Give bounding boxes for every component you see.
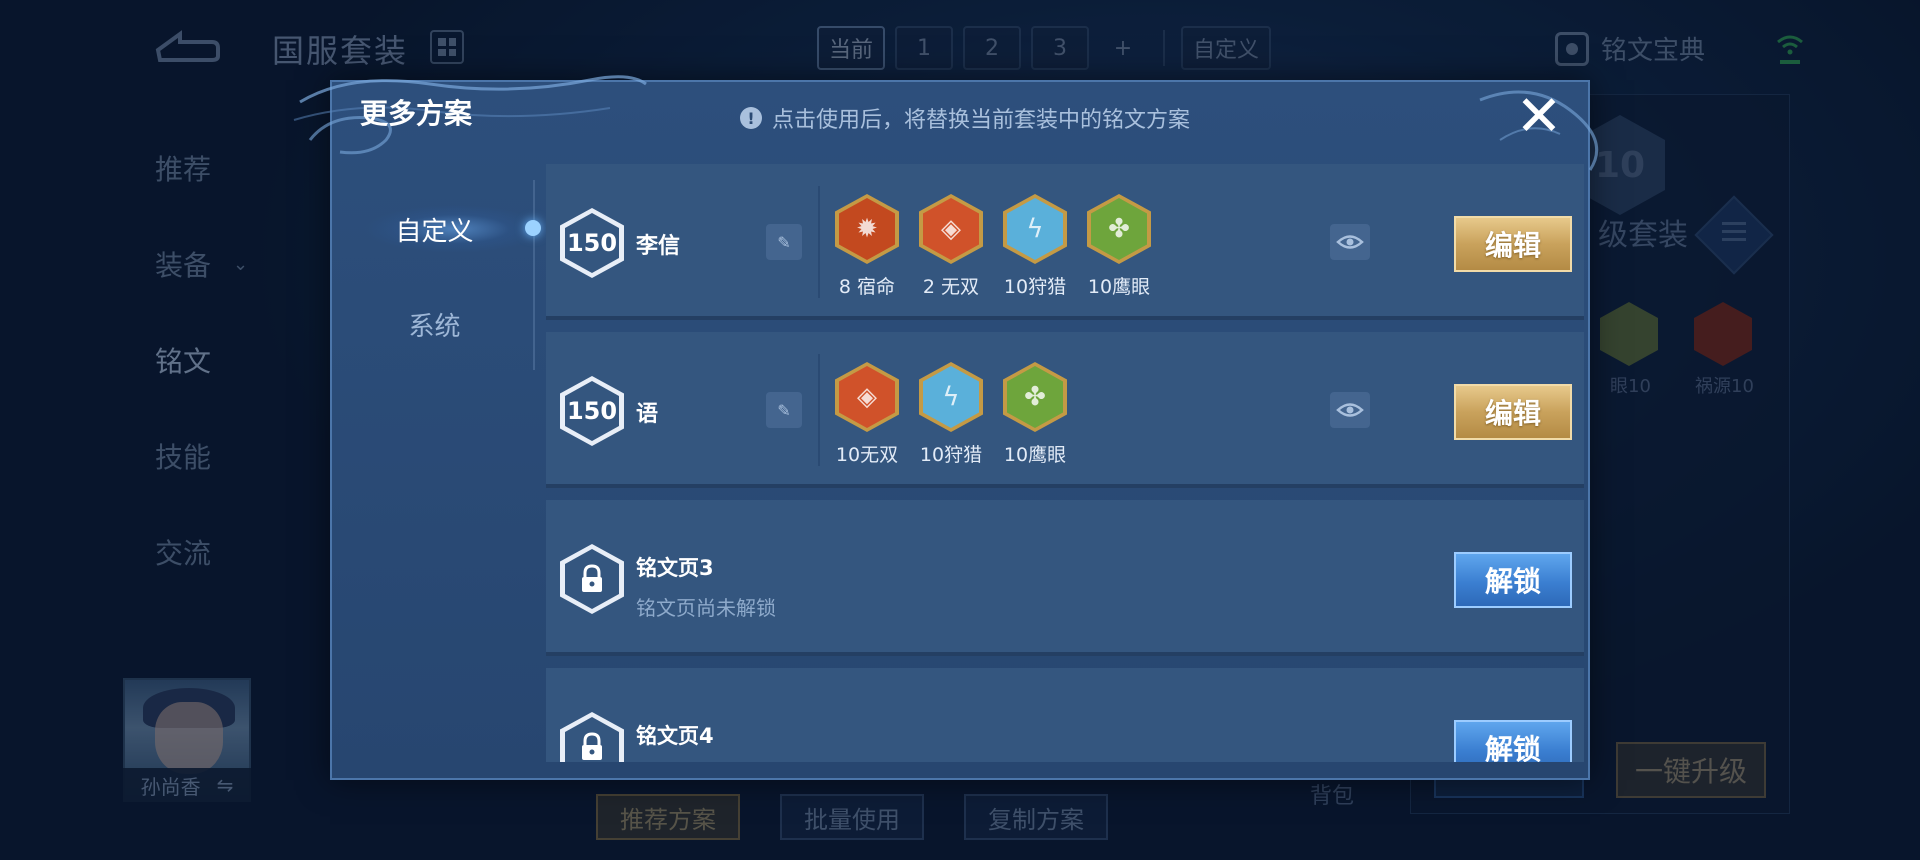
inscription-page-list[interactable]: 150 李信 ✎ ✹ 8 宿命 ◈ 2 无双 ϟ 10狩猎 ✤ 10鹰眼 编辑 …	[546, 164, 1584, 762]
rune-label: 10鹰眼	[1087, 276, 1151, 298]
active-tab-indicator	[525, 220, 541, 236]
rune-item: ◈ 10无双	[834, 362, 900, 467]
lock-icon	[560, 712, 624, 762]
edit-button[interactable]: 编辑	[1454, 384, 1572, 440]
lock-icon	[560, 544, 624, 614]
unlock-button[interactable]: 解锁	[1454, 552, 1572, 608]
page-name: 铭文页3	[636, 556, 714, 580]
pencil-icon: ✎	[777, 232, 791, 252]
page-name: 语	[636, 402, 659, 427]
page-name: 铭文页4	[636, 724, 714, 748]
list-item: 150 语 ✎ ◈ 10无双 ϟ 10狩猎 ✤ 10鹰眼 编辑	[546, 332, 1584, 488]
tab-custom-plans[interactable]: 自定义	[332, 194, 537, 264]
rename-button[interactable]: ✎	[766, 392, 802, 428]
rune-list: ◈ 10无双 ϟ 10狩猎 ✤ 10鹰眼	[834, 362, 1068, 467]
rune-item: ϟ 10狩猎	[1002, 194, 1068, 299]
rune-icon: ✤	[1003, 362, 1067, 432]
row-divider	[818, 354, 820, 466]
rune-icon: ✹	[835, 194, 899, 264]
page-name: 李信	[636, 234, 681, 259]
edit-button[interactable]: 编辑	[1454, 216, 1572, 272]
rune-label: 8 宿命	[838, 276, 896, 298]
rune-label: 10狩猎	[919, 444, 983, 466]
rename-button[interactable]: ✎	[766, 224, 802, 260]
modal-tip: ! 点击使用后，将替换当前套装中的铭文方案	[740, 102, 1190, 134]
list-item: 铭文页4 解锁	[546, 668, 1584, 762]
pencil-icon: ✎	[777, 400, 791, 420]
eye-icon	[1336, 235, 1364, 249]
rune-icon: ◈	[835, 362, 899, 432]
rune-item: ✤ 10鹰眼	[1086, 194, 1152, 299]
eye-icon	[1336, 403, 1364, 417]
preview-button[interactable]	[1330, 392, 1370, 428]
lock-badge	[560, 544, 624, 614]
rune-item: ✤ 10鹰眼	[1002, 362, 1068, 467]
rune-item: ϟ 10狩猎	[918, 362, 984, 467]
list-item: 150 李信 ✎ ✹ 8 宿命 ◈ 2 无双 ϟ 10狩猎 ✤ 10鹰眼 编辑	[546, 164, 1584, 320]
preview-button[interactable]	[1330, 224, 1370, 260]
tab-system-plans[interactable]: 系统	[332, 289, 537, 359]
rune-item: ◈ 2 无双	[918, 194, 984, 299]
modal-tip-text: 点击使用后，将替换当前套装中的铭文方案	[772, 108, 1191, 133]
rune-icon: ◈	[919, 194, 983, 264]
rune-icon: ϟ	[1003, 194, 1067, 264]
row-divider	[818, 186, 820, 298]
level-badge: 150	[560, 208, 624, 278]
rune-icon: ✤	[1087, 194, 1151, 264]
list-item: 铭文页3 铭文页尚未解锁 解锁	[546, 500, 1584, 656]
rune-icon: ϟ	[919, 362, 983, 432]
rune-label: 10无双	[835, 444, 899, 466]
unlock-button[interactable]: 解锁	[1454, 720, 1572, 762]
rune-label: 10狩猎	[1003, 276, 1067, 298]
modal-title: 更多方案	[360, 97, 473, 130]
info-icon: !	[740, 107, 762, 129]
close-icon: ✕	[1515, 84, 1563, 149]
lock-badge	[560, 712, 624, 762]
close-button[interactable]: ✕	[1510, 88, 1568, 146]
page-status: 铭文页尚未解锁	[636, 596, 776, 620]
rune-item: ✹ 8 宿命	[834, 194, 900, 299]
rune-list: ✹ 8 宿命 ◈ 2 无双 ϟ 10狩猎 ✤ 10鹰眼	[834, 194, 1152, 299]
level-badge: 150	[560, 376, 624, 446]
rune-label: 2 无双	[922, 276, 980, 298]
rune-label: 10鹰眼	[1003, 444, 1067, 466]
